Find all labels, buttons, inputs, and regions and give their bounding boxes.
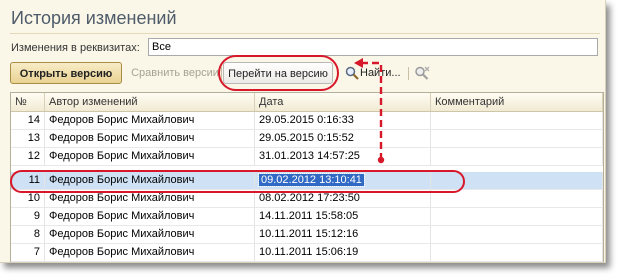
dashed-arrow xyxy=(354,58,385,164)
history-window: История изменений Изменения в реквизитах… xyxy=(0,0,606,263)
